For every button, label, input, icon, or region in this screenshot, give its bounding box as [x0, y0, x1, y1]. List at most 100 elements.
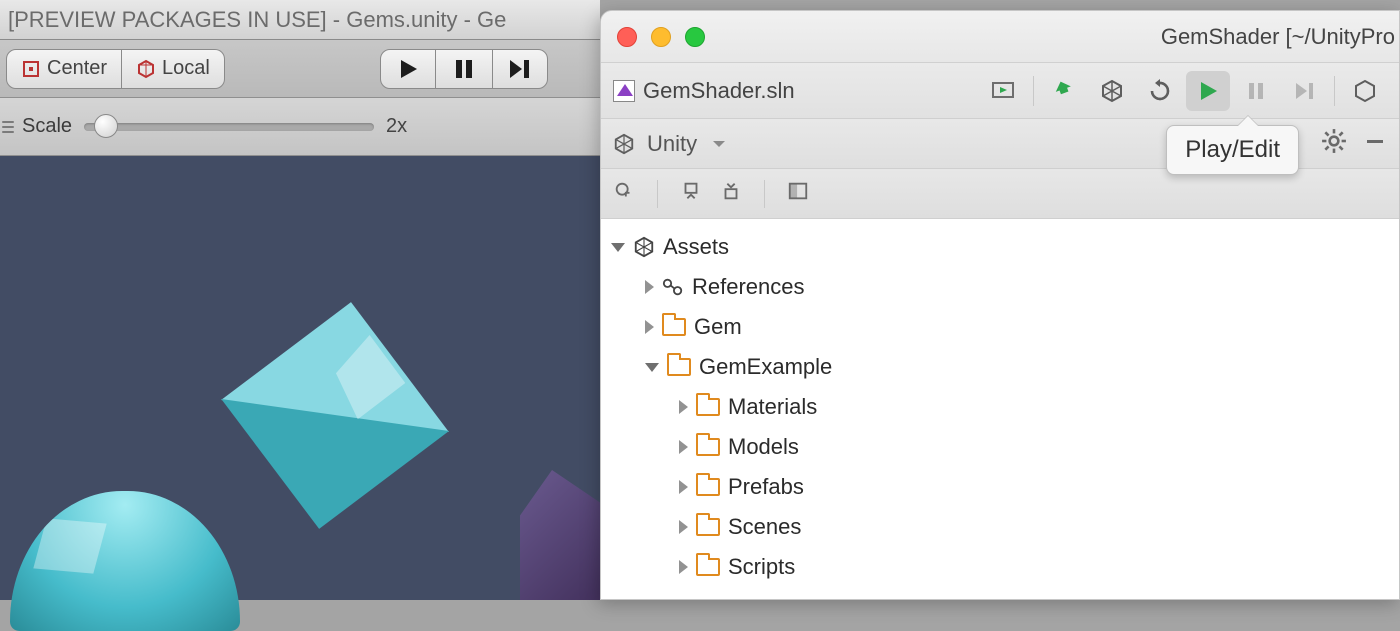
tree-node-label: Models — [728, 434, 799, 460]
play-button[interactable] — [380, 49, 436, 89]
folder-icon — [696, 518, 720, 536]
pivot-local-button[interactable]: Local — [122, 49, 225, 89]
tree-node-label: References — [692, 274, 805, 300]
build-button[interactable] — [1042, 71, 1086, 111]
expand-arrow-icon[interactable] — [679, 480, 688, 494]
run-target-button[interactable] — [981, 71, 1025, 111]
settings-button[interactable] — [1321, 128, 1347, 160]
config-dropdown[interactable]: Unity — [647, 131, 697, 157]
cube-outline-icon — [1353, 79, 1377, 103]
scale-slider[interactable] — [84, 123, 374, 131]
expand-arrow-icon[interactable] — [645, 280, 654, 294]
show-folders-button[interactable] — [787, 180, 809, 208]
expand-arrow-icon[interactable] — [679, 560, 688, 574]
play-icon — [397, 58, 419, 80]
solution-explorer-tree[interactable]: Assets References Gem GemExample Materia… — [601, 219, 1399, 599]
folder-icon — [696, 398, 720, 416]
tree-node-label: GemExample — [699, 354, 832, 380]
locate-icon — [613, 180, 635, 202]
toolbar-separator — [1334, 76, 1335, 106]
expand-arrow-icon[interactable] — [679, 440, 688, 454]
folder-icon — [662, 318, 686, 336]
references-icon — [662, 276, 684, 298]
tree-node-label: Assets — [663, 234, 729, 260]
expand-arrow-icon[interactable] — [679, 520, 688, 534]
scale-value: 2x — [386, 115, 407, 138]
tree-node-scenes[interactable]: Scenes — [601, 507, 1399, 547]
tree-node-materials[interactable]: Materials — [601, 387, 1399, 427]
unity-title-bar: [PREVIEW PACKAGES IN USE] - Gems.unity -… — [0, 0, 600, 40]
folder-icon — [696, 558, 720, 576]
expand-arrow-icon[interactable] — [679, 400, 688, 414]
play-controls-group — [380, 49, 548, 89]
tree-node-label: Scenes — [728, 514, 801, 540]
tree-root-assets[interactable]: Assets — [601, 227, 1399, 267]
hide-panel-button[interactable] — [1363, 129, 1387, 159]
play-run-icon — [1196, 79, 1220, 103]
collapse-all-button[interactable] — [720, 180, 742, 208]
tree-node-label: Prefabs — [728, 474, 804, 500]
tree-node-label: Materials — [728, 394, 817, 420]
unity-icon — [613, 133, 635, 155]
chevron-down-icon — [711, 136, 727, 152]
tree-node-label: Scripts — [728, 554, 795, 580]
tree-node-models[interactable]: Models — [601, 427, 1399, 467]
expand-arrow-icon[interactable] — [611, 243, 625, 252]
gem-render-purple — [520, 470, 600, 600]
unity-editor-window: [PREVIEW PACKAGES IN USE] - Gems.unity -… — [0, 0, 600, 600]
pivot-center-button[interactable]: Center — [6, 49, 122, 89]
window-zoom-button[interactable] — [685, 27, 705, 47]
pause-icon — [1244, 79, 1268, 103]
tree-node-gem[interactable]: Gem — [601, 307, 1399, 347]
pause-button[interactable] — [1234, 71, 1278, 111]
attach-unity-button[interactable] — [1090, 71, 1134, 111]
pivot-mode-group: Center Local — [6, 49, 225, 89]
pause-button[interactable] — [436, 49, 492, 89]
rider-ide-window: GemShader [~/UnityPro GemShader.sln — [600, 10, 1400, 600]
step-icon — [1292, 79, 1316, 103]
collapse-all-icon — [720, 180, 742, 202]
refresh-icon — [1148, 79, 1172, 103]
scale-slider-thumb[interactable] — [94, 114, 118, 138]
tree-node-label: Gem — [694, 314, 742, 340]
unity-icon — [1100, 79, 1124, 103]
window-close-button[interactable] — [617, 27, 637, 47]
toolbar-separator — [764, 180, 765, 208]
solution-icon — [613, 80, 635, 102]
folder-icon — [696, 478, 720, 496]
rider-main-toolbar: GemShader.sln — [601, 63, 1399, 119]
tree-node-gemexample[interactable]: GemExample — [601, 347, 1399, 387]
step-button[interactable] — [1282, 71, 1326, 111]
tree-node-prefabs[interactable]: Prefabs — [601, 467, 1399, 507]
center-icon — [21, 59, 41, 79]
expand-all-icon — [680, 180, 702, 202]
step-icon — [508, 58, 532, 80]
expand-all-button[interactable] — [680, 180, 702, 208]
scroll-from-source-button[interactable] — [613, 180, 635, 208]
window-traffic-lights — [617, 27, 705, 47]
window-icon — [787, 180, 809, 202]
play-edit-button[interactable] — [1186, 71, 1230, 111]
step-button[interactable] — [492, 49, 548, 89]
tree-node-references[interactable]: References — [601, 267, 1399, 307]
expand-arrow-icon[interactable] — [645, 363, 659, 372]
minimize-icon — [1363, 129, 1387, 153]
refresh-button[interactable] — [1138, 71, 1182, 111]
window-minimize-button[interactable] — [651, 27, 671, 47]
unity-main-toolbar: Center Local — [0, 40, 600, 98]
unity-icon — [633, 236, 655, 258]
expand-arrow-icon[interactable] — [645, 320, 654, 334]
solution-selector[interactable]: GemShader.sln — [613, 78, 795, 104]
unity-game-viewport — [0, 156, 600, 600]
toolbar-separator — [657, 180, 658, 208]
scale-label: Scale — [22, 115, 72, 138]
unity-scene-toolbar: Scale 2x — [0, 98, 600, 156]
hammer-icon — [1052, 79, 1076, 103]
tree-node-scripts[interactable]: Scripts — [601, 547, 1399, 587]
rider-window-title: GemShader [~/UnityPro — [1161, 24, 1395, 50]
folder-icon — [667, 358, 691, 376]
panel-drag-handle[interactable] — [2, 121, 14, 133]
cube-button[interactable] — [1343, 71, 1387, 111]
gear-icon — [1321, 128, 1347, 154]
local-icon — [136, 59, 156, 79]
